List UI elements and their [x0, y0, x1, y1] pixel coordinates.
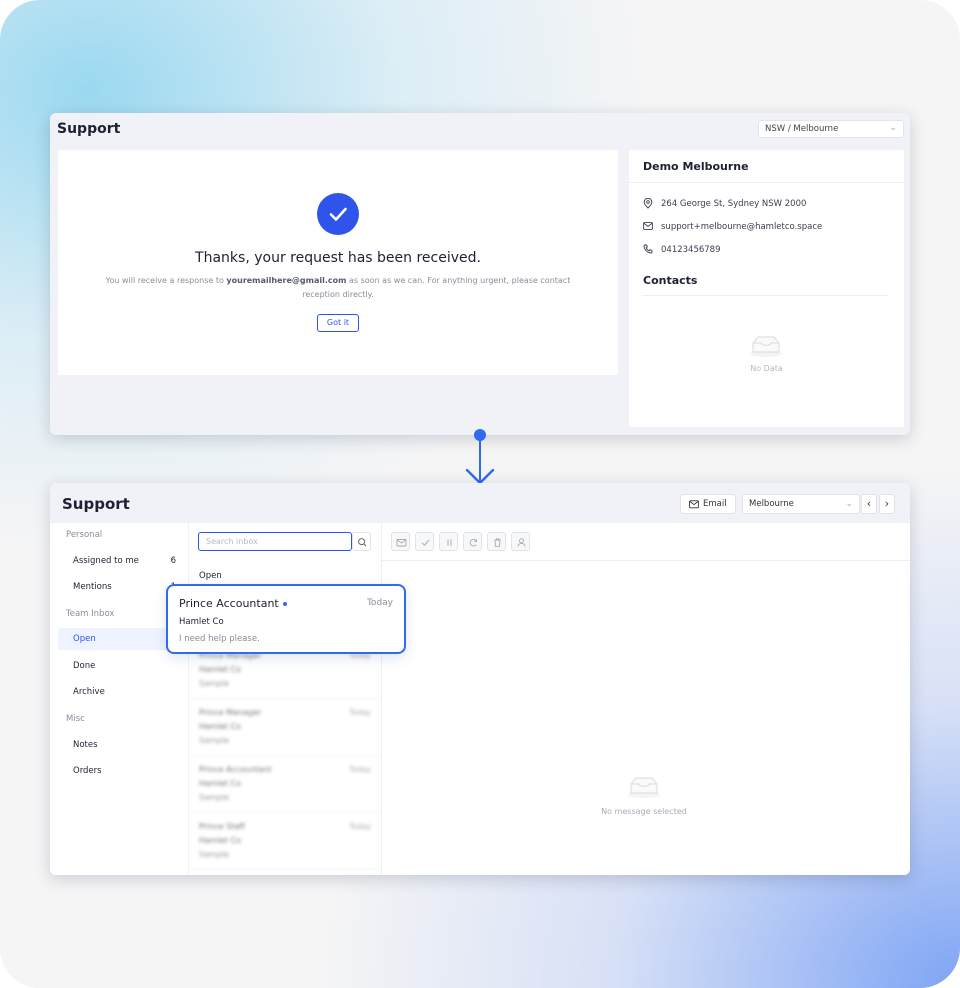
phone-icon	[643, 244, 653, 254]
contacts-heading: Contacts	[643, 274, 698, 287]
item-name: Prince Manager	[199, 708, 262, 717]
snooze-button[interactable]	[439, 532, 458, 551]
next-button[interactable]: ›	[879, 494, 895, 514]
reopen-button[interactable]	[463, 532, 482, 551]
list-item[interactable]: Prince Manager Hamlet Co Sample Today	[189, 700, 381, 756]
inbox-list: Search inbox Open Prince Manager Hamlet …	[189, 523, 381, 875]
inbox-sidebar: Personal Assigned to me 6 Mentions 1 Tea…	[50, 523, 188, 875]
refresh-icon	[469, 538, 478, 547]
list-item[interactable]: Prince Staff Hamlet Co Sample Today	[189, 814, 381, 870]
email-button-label: Email	[703, 499, 727, 509]
message-detail-pane: No message selected	[381, 523, 910, 875]
item-date: Today	[349, 708, 371, 717]
mail-icon	[643, 222, 653, 230]
mark-unread-button[interactable]	[391, 532, 410, 551]
pause-icon	[447, 539, 452, 546]
got-it-button[interactable]: Got it	[317, 314, 359, 332]
location-select-value: NSW / Melbourne	[765, 124, 839, 134]
check-icon	[421, 539, 430, 546]
email-button[interactable]: Email	[680, 494, 736, 514]
prev-button[interactable]: ‹	[861, 494, 877, 514]
page-title: Support	[57, 121, 121, 137]
sidebar-item-orders[interactable]: Orders	[73, 766, 102, 776]
chevron-right-icon: ›	[884, 497, 890, 510]
sidebar-item-notes[interactable]: Notes	[73, 740, 98, 750]
message-preview: I need help please.	[179, 634, 260, 644]
location-select[interactable]: Melbourne ⌄	[742, 494, 860, 514]
list-section-label: Open	[199, 571, 222, 581]
sidebar-item-open[interactable]: Open	[73, 634, 96, 644]
support-inbox-window: Support Email Melbourne ⌄ ‹ › Personal A…	[50, 483, 910, 875]
item-preview: Sample	[199, 736, 229, 745]
mark-done-button[interactable]	[415, 532, 434, 551]
item-name: Prince Staff	[199, 822, 245, 831]
item-company: Hamlet Co	[199, 722, 242, 731]
location-pin-icon	[643, 198, 653, 209]
trash-icon	[494, 538, 501, 547]
divider	[629, 182, 904, 183]
check-circle-icon	[317, 193, 359, 235]
divider	[382, 560, 910, 561]
search-icon	[358, 538, 367, 547]
item-company: Hamlet Co	[199, 836, 242, 845]
confirmation-card: Thanks, your request has been received. …	[58, 150, 618, 375]
location-select-value: Melbourne	[749, 499, 794, 509]
item-company: Hamlet Co	[199, 779, 242, 788]
chevron-down-icon: ⌄	[845, 499, 853, 509]
item-date: Today	[349, 765, 371, 774]
background-canvas: Support NSW / Melbourne ⌄ Thanks, your r…	[0, 0, 960, 988]
mail-icon	[689, 500, 699, 509]
message-prefix: You will receive a response to	[105, 276, 224, 285]
item-preview: Sample	[199, 850, 229, 859]
section-misc: Misc	[66, 714, 85, 724]
email-text[interactable]: support+melbourne@hamletco.space	[661, 222, 822, 232]
empty-inbox-icon	[628, 777, 660, 798]
assigned-count: 6	[170, 556, 176, 566]
search-input[interactable]: Search inbox	[198, 532, 352, 551]
sidebar-item-done[interactable]: Done	[73, 661, 95, 671]
address-text: 264 George St, Sydney NSW 2000	[661, 199, 807, 209]
item-preview: Sample	[199, 679, 229, 688]
empty-contacts-text: No Data	[750, 364, 783, 373]
message-date: Today	[366, 598, 393, 608]
search-button[interactable]	[352, 532, 371, 551]
chevron-left-icon: ‹	[866, 497, 872, 510]
sidebar-item-mentions[interactable]: Mentions	[73, 582, 112, 592]
empty-message-text: No message selected	[601, 807, 687, 816]
highlighted-message-card[interactable]: Prince Accountant Today Hamlet Co I need…	[166, 584, 406, 654]
message-sender-name: Prince Accountant	[179, 597, 279, 610]
section-team-inbox: Team Inbox	[66, 609, 115, 619]
empty-inbox-icon	[750, 336, 782, 357]
sidebar-item-archive[interactable]: Archive	[73, 687, 105, 697]
section-personal: Personal	[66, 530, 103, 540]
message-email: youremailhere@gmail.com	[226, 276, 347, 285]
chevron-down-icon: ⌄	[889, 123, 897, 133]
message-company: Hamlet Co	[179, 617, 224, 627]
divider	[643, 295, 888, 296]
location-name: Demo Melbourne	[643, 160, 749, 173]
item-name: Prince Accountant	[199, 765, 272, 774]
delete-button[interactable]	[487, 532, 506, 551]
item-date: Today	[349, 822, 371, 831]
location-select[interactable]: NSW / Melbourne ⌄	[758, 120, 904, 138]
unread-dot-icon	[282, 602, 287, 606]
item-preview: Sample	[199, 793, 229, 802]
mail-icon	[396, 539, 407, 547]
list-item[interactable]: Prince Accountant Hamlet Co Sample Today	[189, 757, 381, 813]
confirmation-heading: Thanks, your request has been received.	[195, 250, 481, 266]
message-sender: Prince Accountant	[179, 597, 287, 610]
assign-button[interactable]	[511, 532, 530, 551]
item-company: Hamlet Co	[199, 665, 242, 674]
confirmation-message: You will receive a response to youremail…	[98, 274, 578, 302]
user-icon	[517, 538, 526, 547]
phone-text[interactable]: 04123456789	[661, 245, 721, 255]
sidebar-item-assigned[interactable]: Assigned to me	[73, 556, 139, 566]
location-info-card: Demo Melbourne 264 George St, Sydney NSW…	[629, 150, 904, 427]
support-request-window: Support NSW / Melbourne ⌄ Thanks, your r…	[50, 113, 910, 435]
page-title: Support	[62, 495, 130, 513]
